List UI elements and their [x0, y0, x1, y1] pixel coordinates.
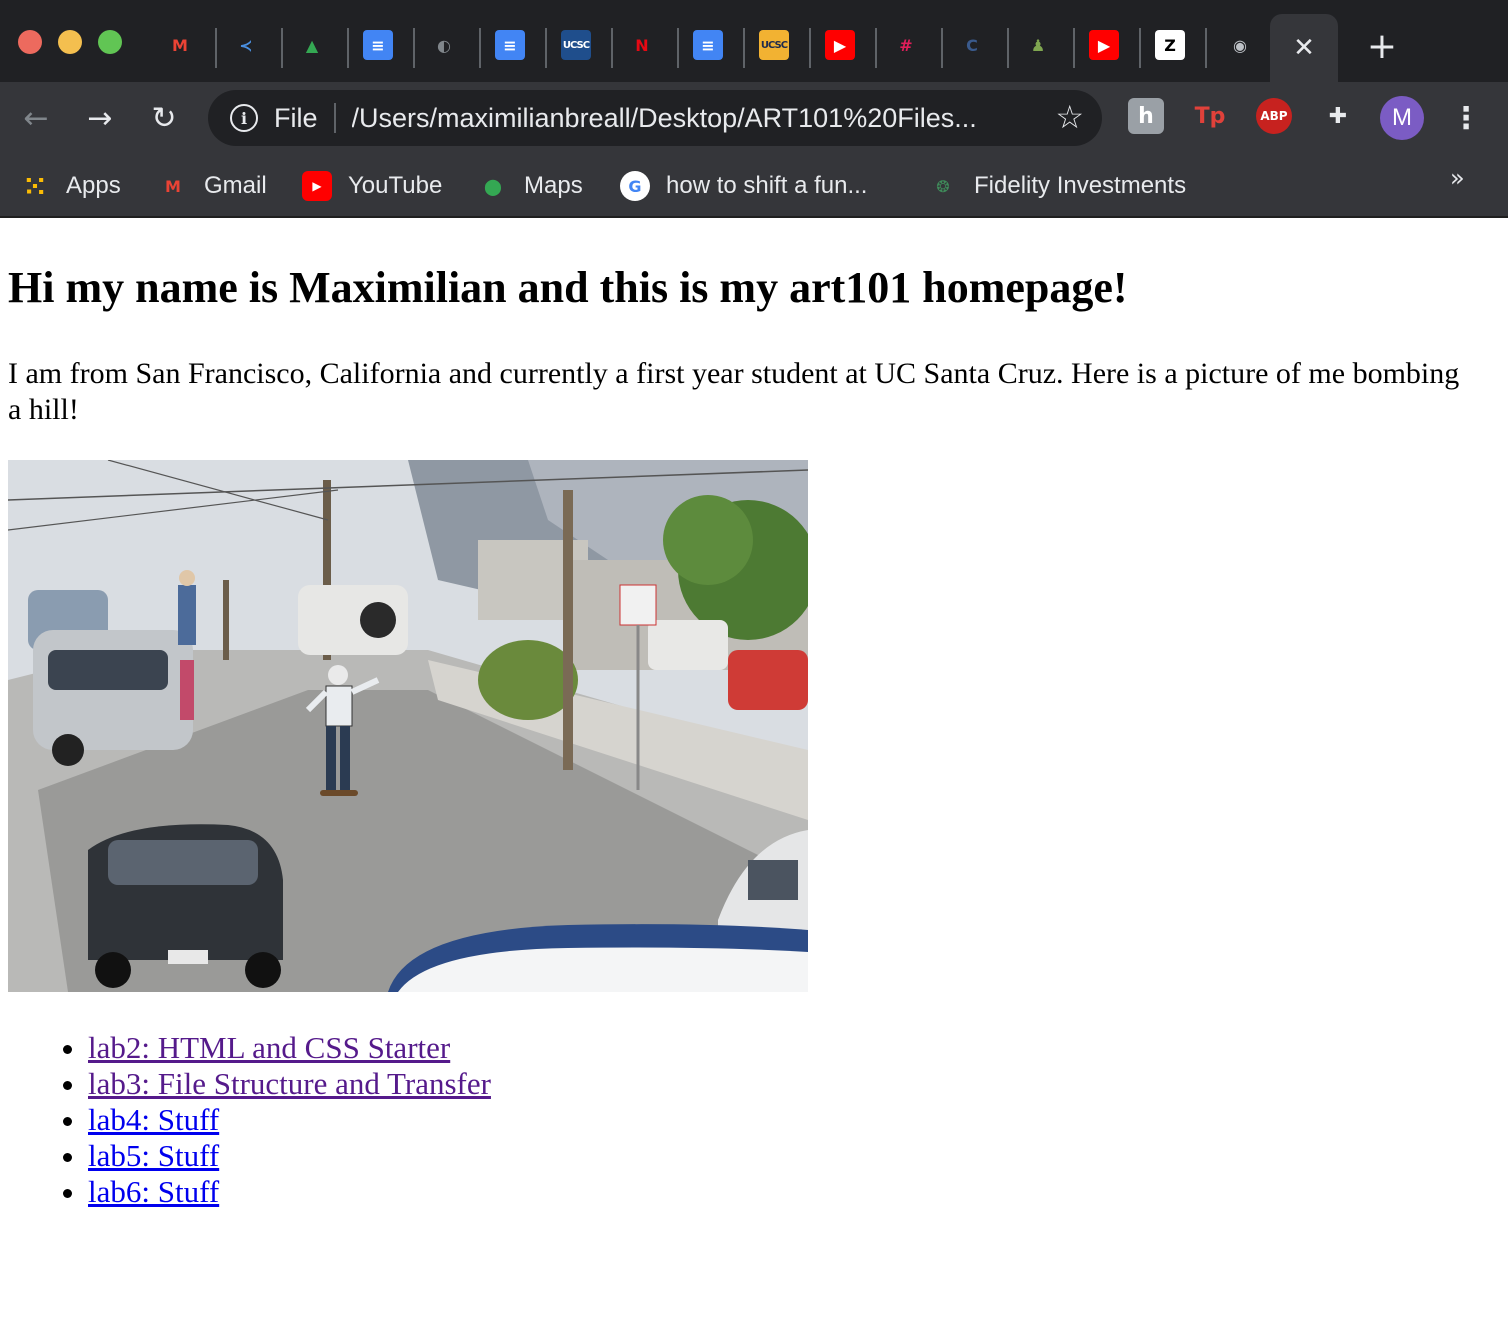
address-bar[interactable]: i File /Users/maximilianbreall/Desktop/A… — [208, 90, 1102, 146]
youtube-icon[interactable]: ▶ — [1089, 30, 1119, 60]
bookmark-label: Apps — [66, 172, 121, 199]
minimize-window-button[interactable] — [58, 30, 82, 54]
tab-separator — [1205, 28, 1207, 68]
info-icon[interactable]: i — [230, 104, 258, 132]
canvas-c-icon[interactable]: C — [957, 30, 987, 60]
bookmarks-overflow-icon[interactable]: » — [1450, 164, 1465, 192]
gmail-icon: M — [165, 176, 181, 196]
google-g-icon: G — [620, 171, 650, 201]
bookmark-google-search[interactable]: Ghow to shift a fun... — [620, 168, 867, 204]
tab-separator — [1139, 28, 1141, 68]
bookmark-youtube[interactable]: ▶ YouTube — [302, 168, 442, 204]
skateboarding-photo — [8, 460, 808, 992]
reload-button[interactable]: ↻ — [144, 98, 184, 138]
globe-icon[interactable]: ◐ — [429, 30, 459, 60]
list-item: lab6: Stuff — [88, 1174, 491, 1210]
list-item: lab5: Stuff — [88, 1138, 491, 1174]
tab-separator — [545, 28, 547, 68]
google-docs-icon[interactable]: ≡ — [363, 30, 393, 60]
tp-extension-icon[interactable]: Tp — [1192, 98, 1228, 134]
url-scheme-label: File — [274, 102, 318, 133]
gmail-icon[interactable]: M — [165, 30, 195, 60]
lab-link[interactable]: lab4: Stuff — [88, 1102, 219, 1137]
netflix-icon[interactable]: N — [627, 30, 657, 60]
new-tab-button[interactable]: + — [1362, 24, 1402, 68]
tab-separator — [809, 28, 811, 68]
chess-pawn-icon[interactable]: ♟ — [1023, 30, 1053, 60]
bookmark-label: Gmail — [204, 172, 267, 199]
zoom-z-icon[interactable]: Z — [1155, 30, 1185, 60]
tab-separator — [281, 28, 283, 68]
list-item: lab4: Stuff — [88, 1102, 491, 1138]
slack-icon[interactable]: # — [891, 30, 921, 60]
skateboarding-photo-illustration — [8, 460, 808, 992]
maximize-window-button[interactable] — [98, 30, 122, 54]
lab-link[interactable]: lab3: File Structure and Transfer — [88, 1066, 491, 1101]
browser-menu-icon[interactable]: ⋮ — [1448, 98, 1484, 138]
youtube-icon[interactable]: ▶ — [825, 30, 855, 60]
close-tab-icon[interactable]: ✕ — [1293, 33, 1315, 63]
tab-strip: M ≺ ▲ ≡ ◐ ≡ UCSC N ≡ UCSC ▶ # C ♟ ▶ Z ◉ ✕ + — [0, 0, 1508, 82]
active-tab[interactable]: ✕ — [1270, 14, 1338, 82]
bookmark-fidelity[interactable]: ❂ Fidelity Investments — [928, 168, 1186, 204]
tab-separator — [479, 28, 481, 68]
intro-paragraph: I am from San Francisco, California and … — [8, 357, 1460, 426]
bookmark-gmail[interactable]: M Gmail — [158, 168, 267, 204]
google-drive-icon[interactable]: ▲ — [297, 30, 327, 60]
url-text[interactable]: /Users/maximilianbreall/Desktop/ART101%2… — [352, 103, 1022, 134]
close-window-button[interactable] — [18, 30, 42, 54]
tab-separator — [413, 28, 415, 68]
adblock-plus-icon[interactable]: ABP — [1256, 98, 1292, 134]
tab-separator — [1007, 28, 1009, 68]
tab-separator — [875, 28, 877, 68]
page-content: Hi my name is Maximilian and this is my … — [0, 220, 1508, 1342]
fidelity-icon: ❂ — [936, 176, 950, 196]
maps-pin-icon: ⬤ — [484, 176, 502, 196]
tab-separator — [743, 28, 745, 68]
browser-toolbar: ← → ↻ i File /Users/maximilianbreall/Des… — [0, 82, 1508, 154]
forward-button[interactable]: → — [80, 98, 120, 138]
tab-separator — [677, 28, 679, 68]
tab-separator — [215, 28, 217, 68]
bookmark-label: how to shift a fun... — [666, 172, 868, 199]
list-item: lab3: File Structure and Transfer — [88, 1066, 491, 1102]
lab-link[interactable]: lab5: Stuff — [88, 1138, 219, 1173]
bookmark-label: Maps — [524, 172, 583, 199]
lab-link[interactable]: lab2: HTML and CSS Starter — [88, 1030, 450, 1065]
share-nodes-icon[interactable]: ≺ — [231, 30, 261, 60]
page-heading: Hi my name is Maximilian and this is my … — [8, 263, 1128, 312]
lab-links-list: lab2: HTML and CSS Starterlab3: File Str… — [88, 1030, 491, 1210]
ucsc-gold-icon[interactable]: UCSC — [759, 30, 789, 60]
back-button[interactable]: ← — [16, 98, 56, 138]
bookmark-label: Fidelity Investments — [974, 172, 1187, 199]
list-item: lab2: HTML and CSS Starter — [88, 1030, 491, 1066]
url-divider — [333, 103, 336, 133]
ucsc-icon[interactable]: UCSC — [561, 30, 591, 60]
bookmark-apps[interactable]: ⁙ Apps — [20, 168, 121, 204]
puzzle-extensions-icon[interactable]: ✚ — [1320, 98, 1356, 134]
bookmark-maps[interactable]: ⬤ Maps — [478, 168, 583, 204]
record-circle-icon[interactable]: ◉ — [1225, 30, 1255, 60]
youtube-icon: ▶ — [302, 171, 332, 201]
tab-separator — [347, 28, 349, 68]
lab-link[interactable]: lab6: Stuff — [88, 1174, 219, 1209]
bookmark-star-icon[interactable]: ☆ — [1055, 98, 1084, 136]
bookmarks-bar: ⁙ Apps M Gmail ▶ YouTube ⬤ Maps Ghow to shift a … — [0, 154, 1508, 218]
profile-avatar[interactable]: M — [1380, 96, 1424, 140]
google-docs-icon[interactable]: ≡ — [693, 30, 723, 60]
tab-separator — [941, 28, 943, 68]
tab-separator — [611, 28, 613, 68]
tab-separator — [1073, 28, 1075, 68]
google-docs-icon[interactable]: ≡ — [495, 30, 525, 60]
honey-extension-icon[interactable]: h — [1128, 98, 1164, 134]
bookmark-label: YouTube — [348, 172, 443, 199]
apps-grid-icon: ⁙ — [23, 169, 47, 203]
